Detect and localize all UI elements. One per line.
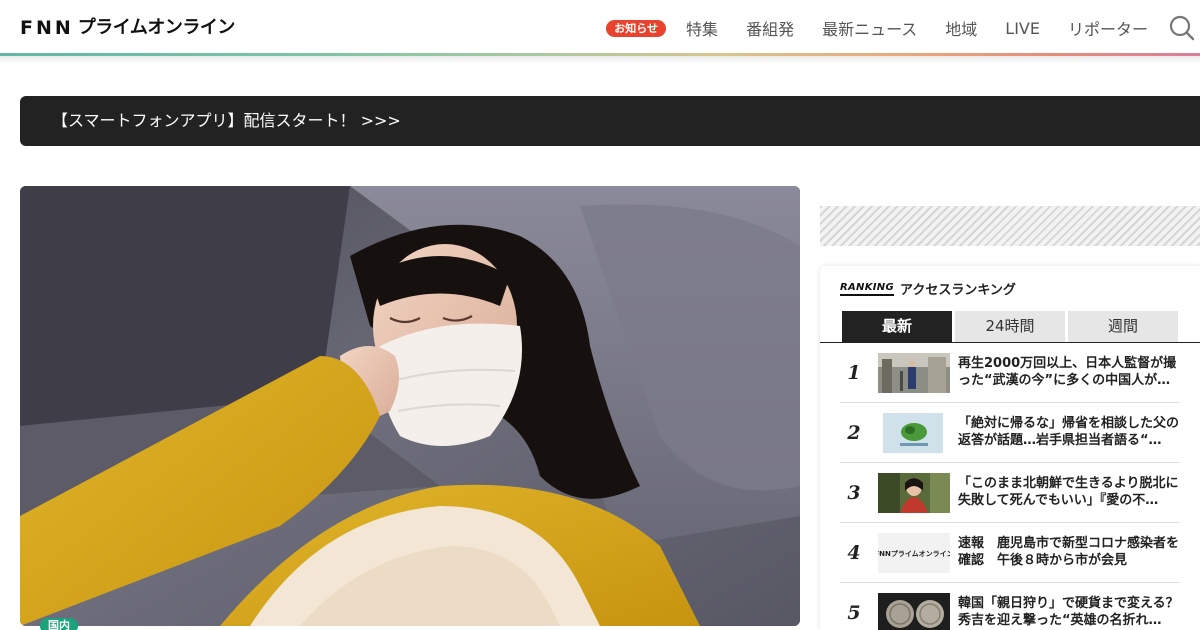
rank-number: 4 [847, 542, 861, 564]
site-logo[interactable]: F N N プライムオンライン [20, 17, 235, 39]
ranking-item[interactable]: 5 韓国「親日狩り」で硬貨まで変える？秀吉を迎え撃った“英雄の名折れ… [840, 583, 1180, 630]
logo-letter-n2: N [54, 17, 71, 39]
ranking-item[interactable]: 3 「このまま北朝鮮で生きるより脱北に失敗して死んでもいい」『愛の不… [840, 463, 1180, 523]
hero-article-image[interactable] [20, 186, 800, 626]
category-tag[interactable]: 国内 [40, 618, 78, 630]
ranking-item[interactable]: 4 FNNプライムオンライン 速報 鹿児島市で新型コロナ感染者を確認 午後８時か… [840, 523, 1180, 583]
tab-latest[interactable]: 最新 [842, 311, 952, 342]
logo-letter-f: F [20, 17, 33, 39]
tab-24-hours[interactable]: 24時間 [955, 311, 1065, 342]
tab-weekly[interactable]: 週間 [1068, 311, 1178, 342]
rank-headline: 「絶対に帰るな」帰省を相談した父の返答が話題…岩手県担当者語る“… [958, 416, 1180, 448]
logo-text: プライムオンライン [77, 17, 236, 38]
ranking-item[interactable]: 2 「絶対に帰るな」帰省を相談した父の返答が話題…岩手県担当者語る“… [840, 403, 1180, 463]
nav-item-live[interactable]: LIVE [1005, 19, 1040, 38]
thumb-logo-text: FNNプライムオンライン [878, 549, 950, 558]
nav-item-reporters[interactable]: リポーター [1068, 16, 1148, 40]
ranking-header: RANKING アクセスランキング [840, 279, 1016, 298]
app-promo-banner[interactable]: 【スマートフォンアプリ】配信スタート！ >>> [20, 96, 1200, 146]
rank-number: 5 [847, 602, 861, 624]
rank-thumbnail [878, 593, 950, 630]
search-icon[interactable] [1168, 14, 1196, 42]
ranking-logo: RANKING [840, 282, 894, 296]
rank-headline: 再生2000万回以上、日本人監督が撮った“武漢の今”に多くの中国人が… [958, 356, 1177, 388]
rank-number: 2 [847, 422, 861, 444]
ranking-list: 1 再生2000万回以上、日本人監督が撮った“武漢の今”に多くの中国人が… 2 [840, 343, 1180, 630]
nav-item-latest-news[interactable]: 最新ニュース [822, 16, 917, 40]
nav-item-programs[interactable]: 番組発 [746, 16, 794, 40]
logo-letter-n1: N [35, 17, 52, 39]
rank-headline: 速報 鹿児島市で新型コロナ感染者を確認 午後８時から市が会見 [958, 536, 1180, 568]
access-ranking-panel: RANKING アクセスランキング 最新 24時間 週間 1 再生2000万回以… [820, 266, 1200, 630]
rank-thumbnail: FNNプライムオンライン [878, 533, 950, 573]
ad-placeholder [820, 206, 1200, 246]
ranking-item[interactable]: 1 再生2000万回以上、日本人監督が撮った“武漢の今”に多くの中国人が… [840, 343, 1180, 403]
notice-badge[interactable]: お知らせ [606, 19, 667, 37]
rank-headline: 「このまま北朝鮮で生きるより脱北に失敗して死んでもいい」『愛の不… [958, 476, 1179, 508]
ranking-tabs: 最新 24時間 週間 [842, 311, 1178, 342]
fnn-logo-mark: F N N [20, 17, 71, 39]
ranking-title: アクセスランキング [899, 283, 1016, 298]
rank-number: 3 [847, 482, 861, 504]
rank-thumbnail [878, 413, 950, 453]
nav-item-regions[interactable]: 地域 [945, 16, 977, 40]
rank-headline: 韓国「親日狩り」で硬貨まで変える？秀吉を迎え撃った“英雄の名折れ… [958, 596, 1179, 628]
main-nav: お知らせ 特集 番組発 最新ニュース 地域 LIVE リポーター [606, 0, 1200, 56]
rank-thumbnail [878, 473, 950, 513]
nav-item-features[interactable]: 特集 [686, 16, 718, 40]
rank-thumbnail [878, 353, 950, 393]
site-header: F N N プライムオンライン お知らせ 特集 番組発 最新ニュース 地域 LI… [0, 0, 1200, 56]
rank-number: 1 [847, 362, 861, 384]
header-shadow [0, 56, 1200, 64]
